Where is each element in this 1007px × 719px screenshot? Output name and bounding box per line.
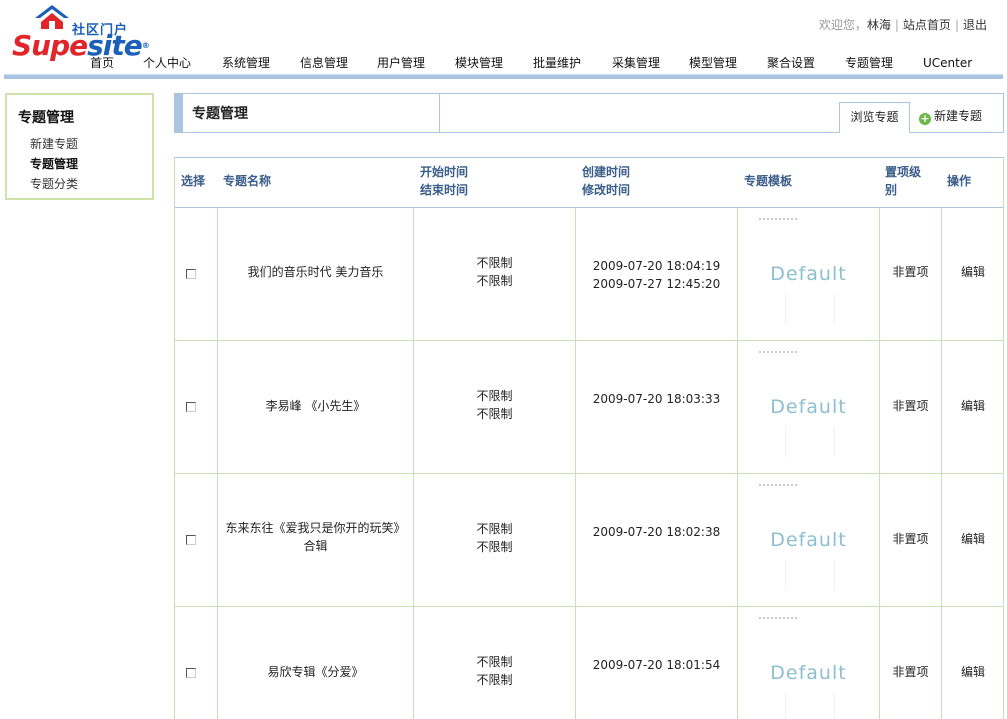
sidebar-item-manage-topics[interactable]: 专题管理 [30, 155, 78, 172]
page-header: 专题管理 浏览专题 + 新建专题 [174, 93, 1004, 133]
nav-personal[interactable]: 个人中心 [143, 54, 191, 71]
logo-wordmark: Supesite® [12, 29, 150, 62]
house-logo-icon [35, 5, 69, 29]
nav-batch[interactable]: 批量维护 [533, 54, 581, 71]
nav-aggregate[interactable]: 聚合设置 [767, 54, 815, 71]
page-header-divider [439, 94, 440, 132]
row-checkbox[interactable] [186, 668, 196, 678]
start-end-times: 不限制 不限制 [476, 389, 513, 421]
created-modified-times: 2009-07-20 18:01:54 [592, 658, 721, 672]
tab-new-topic[interactable]: + 新建专题 [919, 102, 982, 131]
site-home-link[interactable]: 站点首页 [903, 18, 951, 32]
template-name: Default [770, 529, 847, 551]
start-end-times: 不限制 不限制 [476, 256, 513, 288]
topic-name[interactable]: 易欣专辑《分爱》 [218, 663, 413, 681]
template-thumbnail: Default [745, 347, 872, 466]
nav-system[interactable]: 系统管理 [222, 54, 270, 71]
nav-info[interactable]: 信息管理 [300, 54, 348, 71]
sidebar-item-topic-categories[interactable]: 专题分类 [30, 175, 78, 192]
created-modified-times: 2009-07-20 18:02:38 [592, 525, 721, 539]
edit-link[interactable]: 编辑 [942, 530, 1004, 548]
page-title: 专题管理 [192, 106, 248, 122]
table-row: 易欣专辑《分爱》 不限制 不限制 2009-07-20 18:01:54 Defa… [175, 607, 1003, 719]
edit-link[interactable]: 编辑 [942, 397, 1004, 415]
nav-ucenter[interactable]: UCenter [923, 56, 972, 70]
top-level: 非置项 [892, 265, 929, 279]
nav-topics[interactable]: 专题管理 [845, 54, 893, 71]
table-row: 我们的音乐时代 美力音乐 不限制 不限制 2009-07-20 18:04:19 2… [175, 208, 1003, 341]
header-start-time: 开始时间 [420, 165, 469, 179]
template-name: Default [770, 662, 847, 684]
row-checkbox[interactable] [186, 269, 196, 279]
top-level: 非置项 [892, 399, 929, 413]
username-link[interactable]: 林海 [867, 18, 891, 32]
tab-browse-topics[interactable]: 浏览专题 [839, 102, 910, 133]
header-created-time: 创建时间 [582, 165, 631, 179]
nav-users[interactable]: 用户管理 [377, 54, 425, 71]
topic-name[interactable]: 东来东往《爱我只是你开的玩笑》 合辑 [218, 519, 413, 555]
user-bar: 欢迎您，林海 | 站点首页 | 退出 [818, 18, 987, 32]
supesite-logo[interactable]: 社区门户 Supesite® [12, 2, 150, 64]
template-thumbnail: Default [745, 480, 872, 599]
welcome-text: 欢迎您， [818, 18, 867, 32]
add-icon: + [919, 112, 931, 125]
header-modified-time: 修改时间 [582, 183, 631, 197]
header-end-time: 结束时间 [420, 183, 469, 197]
sidebar-item-new-topic[interactable]: 新建专题 [30, 135, 78, 152]
template-thumbnail: Default [745, 613, 872, 719]
template-name: Default [770, 263, 847, 285]
row-checkbox[interactable] [186, 402, 196, 412]
header-top-level: 置项级 别 [885, 165, 922, 197]
nav-modules[interactable]: 模块管理 [455, 54, 503, 71]
table-row: 李易峰 《小先生》 不限制 不限制 2009-07-20 18:03:33 Def… [175, 341, 1003, 474]
top-level: 非置项 [892, 665, 929, 679]
topic-name[interactable]: 我们的音乐时代 美力音乐 [218, 263, 413, 281]
nav-models[interactable]: 模型管理 [689, 54, 737, 71]
row-checkbox[interactable] [186, 535, 196, 545]
topic-name[interactable]: 李易峰 《小先生》 [218, 397, 413, 415]
page-header-accent [175, 94, 183, 132]
top-level: 非置项 [892, 532, 929, 546]
created-modified-times: 2009-07-20 18:03:33 [592, 392, 721, 406]
template-name: Default [770, 396, 847, 418]
nav-home[interactable]: 首页 [90, 54, 114, 71]
nav-collect[interactable]: 采集管理 [612, 54, 660, 71]
table-row: 东来东往《爱我只是你开的玩笑》 合辑 不限制 不限制 2009-07-20 18:0… [175, 474, 1003, 607]
header-start-end: 开始时间 结束时间 [420, 163, 468, 212]
edit-link[interactable]: 编辑 [942, 663, 1004, 681]
template-thumbnail: Default [745, 214, 872, 333]
start-end-times: 不限制 不限制 [476, 655, 513, 687]
edit-link[interactable]: 编辑 [942, 263, 1004, 281]
nav-underline [4, 74, 1003, 79]
header-created-modified: 创建时间 修改时间 [582, 163, 630, 212]
topics-table: 选择 专题名称 开始时间 结束时间 创建时间 修改时间 专题模板 置项级 别 操… [174, 157, 1004, 719]
created-modified-times: 2009-07-20 18:04:19 2009-07-27 12:45:20 [592, 259, 721, 291]
sidebar-title: 专题管理 [18, 110, 74, 126]
tab-new-topic-label: 新建专题 [934, 109, 983, 123]
sidebar: 专题管理 新建专题 专题管理 专题分类 [5, 93, 154, 200]
logout-link[interactable]: 退出 [963, 18, 987, 32]
start-end-times: 不限制 不限制 [476, 522, 513, 554]
